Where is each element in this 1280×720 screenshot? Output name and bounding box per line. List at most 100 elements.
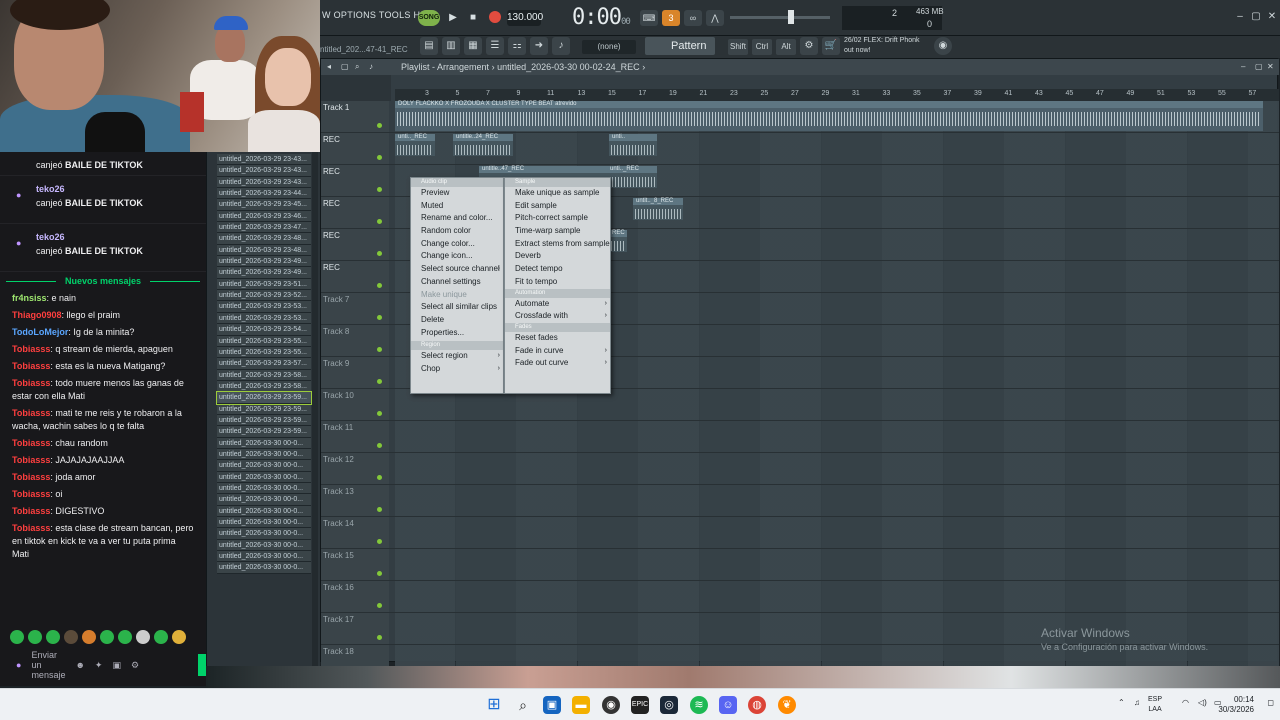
track-lane[interactable] <box>395 581 1279 612</box>
audio-clip-main[interactable]: DOLY FLACKKO X FROZOUDA X CLUSTER TYPE B… <box>395 101 1263 131</box>
track-mute-led[interactable] <box>377 347 382 352</box>
menu-item[interactable]: Deverb <box>505 250 610 263</box>
tempo-display[interactable]: 130.000 <box>507 10 543 26</box>
file-item[interactable]: untitled_2026-03-29 23-45... <box>217 199 311 211</box>
track-mute-led[interactable] <box>377 123 382 128</box>
track-mute-led[interactable] <box>377 411 382 416</box>
tips-icon[interactable]: ⚙ <box>800 37 818 55</box>
track-mute-led[interactable] <box>377 155 382 160</box>
file-item[interactable]: untitled_2026-03-30 00-0... <box>217 482 311 495</box>
chat-username[interactable]: Tobiasss <box>12 408 50 418</box>
chat-username[interactable]: Tobiasss <box>12 344 50 354</box>
close-icon[interactable]: ✕ <box>1267 62 1277 72</box>
chat-username[interactable]: Tobiasss <box>12 361 50 371</box>
track-header[interactable]: Track 10 <box>321 389 389 420</box>
menu-item[interactable]: Rename and color... <box>411 212 503 225</box>
chat-username[interactable]: Tobiasss <box>12 455 50 465</box>
ctrl-key[interactable]: Ctrl <box>752 39 772 55</box>
menu-item[interactable]: Change color... <box>411 238 503 251</box>
piano-roll-icon[interactable]: ▥ <box>442 37 460 55</box>
track-lane[interactable] <box>395 517 1279 548</box>
settings-icon[interactable]: ⚙ <box>131 660 139 671</box>
stop-button[interactable]: ■ <box>464 9 482 27</box>
track-mute-led[interactable] <box>377 283 382 288</box>
track-header[interactable]: Track 1 <box>321 101 389 132</box>
file-item[interactable]: untitled_2026-03-29 23-58... <box>217 380 311 393</box>
track-lane[interactable] <box>395 485 1279 516</box>
menu-item[interactable]: Make unique as sample <box>505 187 610 200</box>
chat-username[interactable]: TodoLoMejor <box>12 327 68 337</box>
file-item[interactable]: untitled_2026-03-29 23-59... <box>217 426 311 438</box>
start-icon[interactable]: ⊞ <box>485 696 503 714</box>
wifi-icon[interactable]: ◠ <box>1182 698 1189 707</box>
online-icon[interactable]: ◉ <box>934 37 952 55</box>
menu-item[interactable]: Channel settings <box>411 276 503 289</box>
track-mute-led[interactable] <box>377 251 382 256</box>
track-lane[interactable] <box>395 421 1279 452</box>
search-icon[interactable]: ⌕ <box>514 696 532 714</box>
shift-key[interactable]: Shift <box>728 39 748 55</box>
track-header[interactable]: Track 9 <box>321 357 389 388</box>
file-item[interactable]: untitled_2026-03-29 23-43... <box>217 154 311 166</box>
track-mute-led[interactable] <box>377 315 382 320</box>
file-item[interactable]: untitled_2026-03-29 23-53... <box>217 301 311 313</box>
file-item[interactable]: untitled_2026-03-29 23-43... <box>217 165 311 177</box>
menu-item[interactable]: Change icon... <box>411 250 503 263</box>
plugin-picker-icon[interactable]: ⚏ <box>508 37 526 55</box>
track-lane[interactable] <box>395 133 1279 164</box>
track-header[interactable]: Track 14 <box>321 517 389 548</box>
file-item[interactable]: untitled_2026-03-29 23-59... <box>217 403 311 415</box>
track-mute-led[interactable] <box>377 507 382 512</box>
menu-item[interactable]: Preview <box>411 187 503 200</box>
menu-item[interactable]: Select source channel › <box>411 263 503 276</box>
chat-username[interactable]: Thiago0908 <box>12 310 62 320</box>
track-header[interactable]: REC <box>321 229 389 260</box>
file-item[interactable]: untitled_2026-03-30 00-0... <box>217 471 311 483</box>
microphone-icon[interactable]: ♪ <box>552 37 570 55</box>
track-header[interactable]: REC <box>321 261 389 292</box>
file-item[interactable]: untitled_2026-03-30 00-0... <box>217 562 311 574</box>
maximize-icon[interactable]: ▢ <box>1250 12 1262 22</box>
song-mode-toggle[interactable]: SONG <box>418 10 440 26</box>
track-header[interactable]: Track 7 <box>321 293 389 324</box>
discord-icon[interactable]: ☺ <box>719 696 737 714</box>
file-item[interactable]: untitled_2026-03-29 23-49... <box>217 267 311 279</box>
chat-username[interactable]: Tobiasss <box>12 506 50 516</box>
file-item[interactable]: untitled_2026-03-29 23-53... <box>217 312 311 325</box>
emote-bar[interactable] <box>10 630 186 644</box>
master-volume-slider[interactable] <box>730 10 830 24</box>
minimize-icon[interactable]: – <box>1234 12 1246 22</box>
snap-selector[interactable]: (none) <box>582 40 636 54</box>
menu-item[interactable]: Muted <box>411 200 503 213</box>
file-item[interactable]: untitled_2026-03-30 00-0... <box>217 448 311 461</box>
track-mute-led[interactable] <box>377 539 382 544</box>
menu-item[interactable]: Fade out curve › <box>505 357 610 370</box>
typing-keyboard-icon[interactable]: ⌨ <box>640 10 658 26</box>
emote-picker-icon[interactable]: ☻ <box>75 660 84 670</box>
chat-username[interactable]: fr4nsiss <box>12 293 47 303</box>
arrow-icon[interactable]: ➜ <box>530 37 548 55</box>
menu-item[interactable]: Fade in curve › <box>505 345 610 358</box>
file-item[interactable]: untitled_2026-03-30 00-0... <box>217 551 311 563</box>
chat-username[interactable]: Tobiasss <box>12 523 50 533</box>
menu-item[interactable]: Reset fades <box>505 332 610 345</box>
menu-item[interactable]: Make unique <box>411 289 503 302</box>
browser-scrollbar[interactable] <box>312 152 318 666</box>
clock[interactable]: 00:14 30/3/2026 <box>1218 695 1254 715</box>
file-item[interactable]: untitled_2026-03-29 23-55... <box>217 346 311 359</box>
news-hint[interactable]: 26/02 FLEX: Drift Phonk out now! <box>844 36 934 56</box>
play-button[interactable]: ▶ <box>444 9 462 27</box>
shop-icon[interactable]: 🛒 <box>822 37 840 55</box>
track-header[interactable]: REC <box>321 197 389 228</box>
track-header[interactable]: Track 13 <box>321 485 389 516</box>
file-item[interactable]: untitled_2026-03-29 23-55... <box>217 335 311 347</box>
track-mute-led[interactable] <box>377 443 382 448</box>
notifications-icon[interactable]: ◻ <box>1267 698 1274 707</box>
menu-item[interactable]: Fit to tempo <box>505 276 610 289</box>
track-header[interactable]: REC <box>321 133 389 164</box>
chat-input[interactable]: ● Enviar un mensaje ☻ ✦ ▣ ⚙ <box>6 650 206 680</box>
store-icon[interactable]: ▣ <box>112 660 121 671</box>
menu-item[interactable]: Delete <box>411 314 503 327</box>
maximize-icon[interactable]: ▢ <box>1255 62 1265 72</box>
track-header[interactable]: Track 15 <box>321 549 389 580</box>
